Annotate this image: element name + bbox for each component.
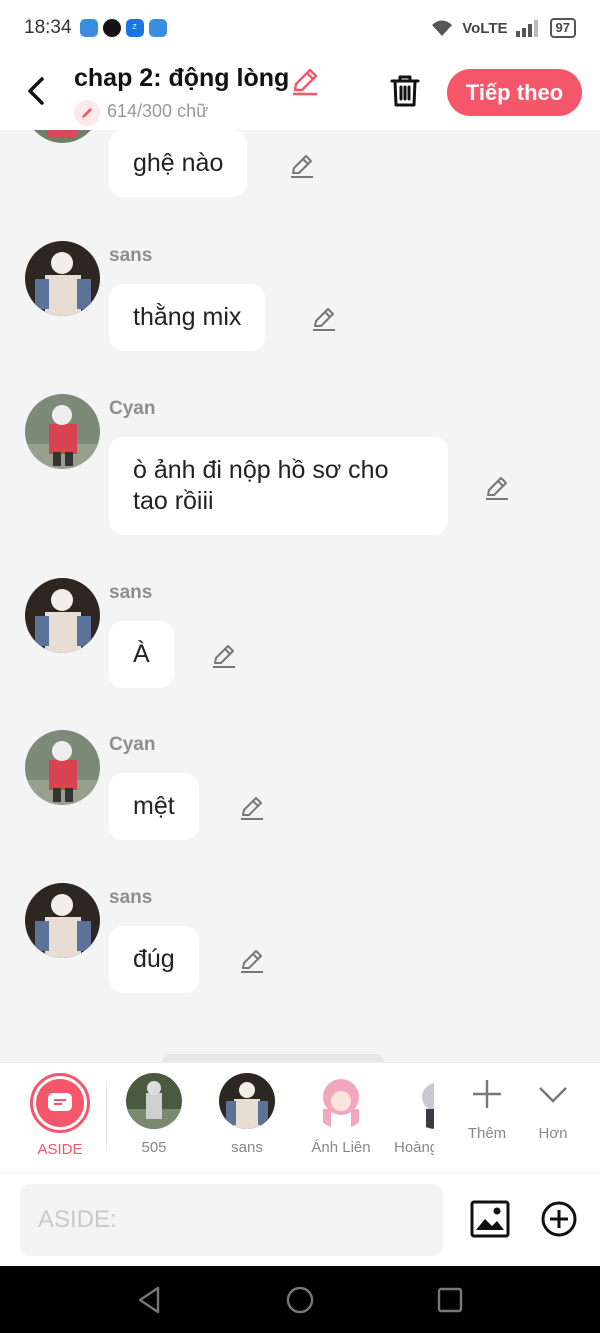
editor-header: chap 2: động lòng 614/300 chữ Tiếp theo [0,56,600,130]
avatar [25,241,100,316]
avatar [313,1073,369,1129]
sender-name: Cyan [109,734,156,755]
system-nav-bar [0,1266,600,1333]
nav-back-icon[interactable] [134,1284,166,1316]
divider [106,1081,107,1151]
character-aside[interactable]: ASIDE [28,1073,92,1158]
character-name: ASIDE [37,1141,83,1158]
trash-icon[interactable] [386,72,424,110]
chat-area[interactable]: ghệ nào sans thằng mix Cyan ò ảnh đi nộp… [0,130,600,1062]
message-bubble[interactable]: mệt [109,773,199,840]
edit-message-icon[interactable] [238,947,266,975]
nav-home-icon[interactable] [284,1284,316,1316]
avatar [25,394,100,469]
status-time: 18:34 [24,17,72,38]
edit-message-icon[interactable] [288,152,316,180]
message-input[interactable] [20,1184,443,1256]
word-count-pencil-icon [74,100,100,126]
avatar [408,1073,434,1129]
character-hoang[interactable]: Hoàng [394,1073,434,1156]
avatar [25,578,100,653]
back-arrow-icon[interactable] [20,74,54,108]
input-bar [0,1172,600,1266]
avatar [126,1073,182,1129]
message-bubble[interactable]: ò ảnh đi nộp hồ sơ cho tao rồiii [109,437,448,535]
message-bubble[interactable]: đúg [109,926,199,993]
avatar [219,1073,275,1129]
word-count: 614/300 chữ [107,101,209,121]
drawer-handle[interactable] [162,1054,384,1062]
character-name: Ánh Liên [311,1139,371,1156]
edit-message-icon[interactable] [310,305,338,333]
character-505[interactable]: 505 [125,1073,183,1156]
character-anh-lien[interactable]: Ánh Liên [306,1073,376,1156]
edit-message-icon[interactable] [483,474,511,502]
status-app-icons: Z [79,19,167,37]
character-selector: ASIDE 505 sans Ánh Liên Hoàng Thêm Hơn [0,1062,600,1172]
message-bubble[interactable]: ghệ nào [109,130,248,197]
network-label: VoLTE [462,19,508,37]
add-character-button[interactable]: Thêm [460,1077,514,1142]
info-app-icon [148,19,167,37]
next-button[interactable]: Tiếp theo [447,69,582,116]
character-name: 505 [141,1139,167,1156]
chapter-title: chap 2: động lòng [74,64,290,92]
add-circle-icon[interactable] [540,1200,578,1238]
signal-icon [515,20,538,37]
wifi-icon [432,20,453,36]
nav-recents-icon[interactable] [434,1284,466,1316]
aside-chat-icon [48,1093,72,1111]
plus-icon [473,1080,501,1108]
edit-title-pencil-icon[interactable] [290,66,320,96]
sender-name: sans [109,582,153,603]
tiktok-icon [102,19,121,37]
message-bubble[interactable]: thằng mix [109,284,266,351]
aside-avatar [30,1073,90,1133]
messenger-icon [79,19,98,37]
more-label: Thêm [467,1125,507,1142]
status-right: VoLTE 97 [430,18,576,38]
avatar [25,883,100,958]
character-name: sans [231,1139,263,1156]
less-label: Hơn [538,1125,568,1142]
image-icon[interactable] [470,1199,510,1239]
zalo-icon: Z [125,19,144,37]
battery-icon: 97 [549,18,576,38]
sender-name: sans [109,245,153,266]
chevron-down-icon [539,1087,567,1103]
sender-name: sans [109,887,153,908]
avatar [25,130,100,143]
message-bubble[interactable]: À [109,621,174,688]
sender-name: Cyan [109,398,156,419]
status-bar: 18:34 Z VoLTE 97 [0,0,600,56]
collapse-button[interactable]: Hơn [530,1077,576,1142]
avatar [25,730,100,805]
edit-message-icon[interactable] [210,642,238,670]
character-sans[interactable]: sans [218,1073,276,1156]
character-name: Hoàng [394,1139,434,1156]
edit-message-icon[interactable] [238,794,266,822]
